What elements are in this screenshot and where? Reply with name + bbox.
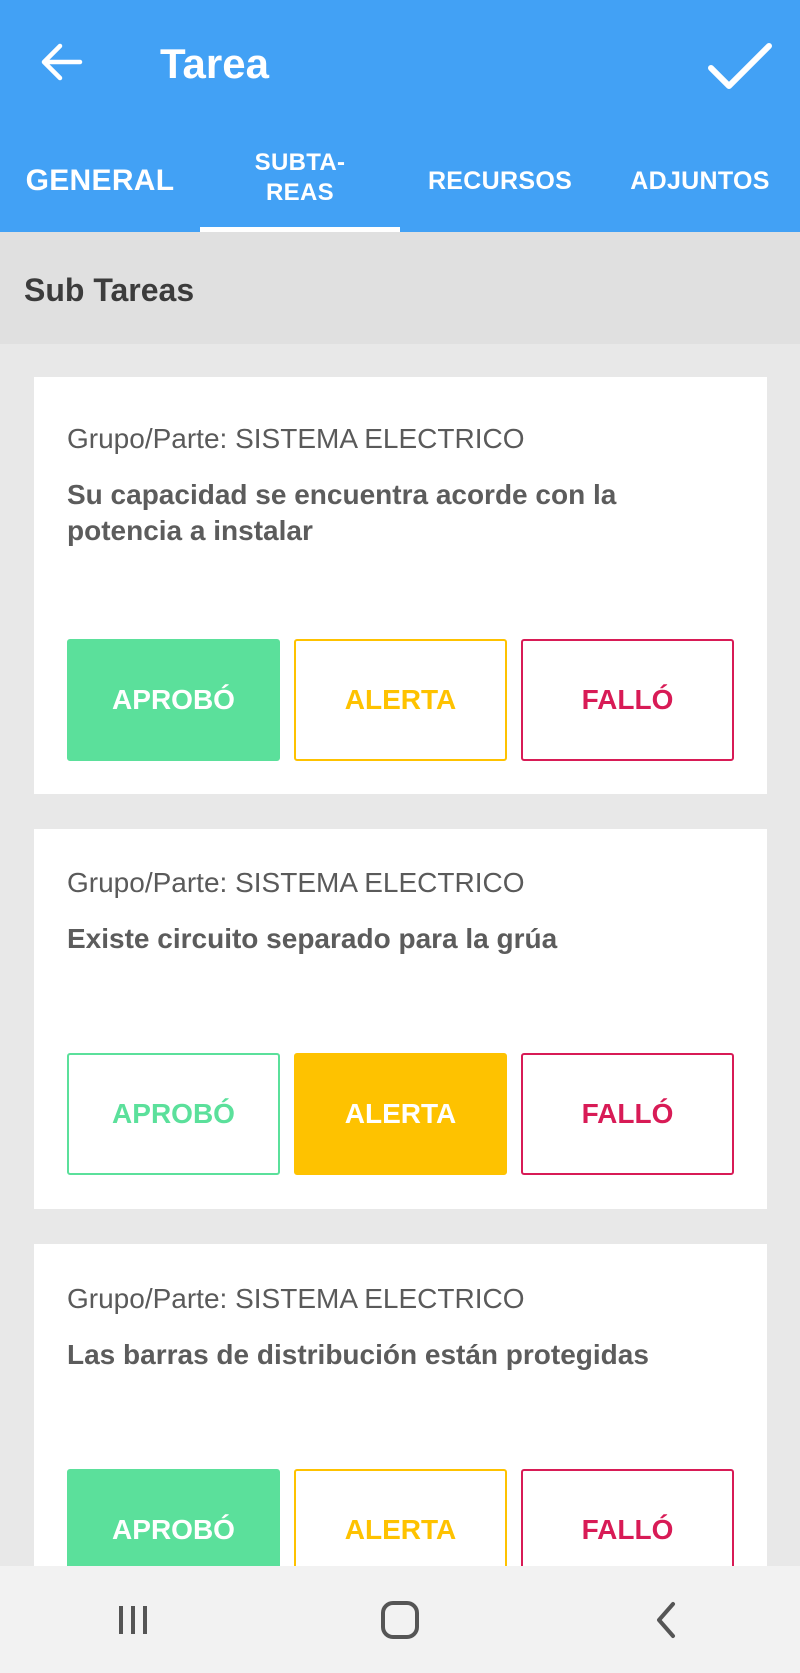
subtask-group: Grupo/Parte: SISTEMA ELECTRICO <box>67 1283 525 1314</box>
subtask-description: Las barras de distribución están protegi… <box>67 1339 649 1370</box>
back-button[interactable] <box>30 30 94 94</box>
fail-button[interactable]: FALLÓ <box>521 1469 734 1566</box>
tab-recursos-label: RECURSOS <box>427 167 573 195</box>
fail-button[interactable]: FALLÓ <box>521 1053 734 1175</box>
arrow-left-icon <box>41 43 83 81</box>
section-header: Sub Tareas <box>0 232 800 344</box>
nav-back-button[interactable] <box>607 1580 727 1660</box>
alert-button[interactable]: ALERTA <box>294 1053 507 1175</box>
tab-bar: GENERAL SUBTA- REAS RECURSOS ADJUNTOS <box>0 130 800 232</box>
home-icon <box>380 1600 419 1639</box>
fail-button[interactable]: FALLÓ <box>521 639 734 761</box>
toolbar: Tarea <box>0 0 800 130</box>
recents-button[interactable] <box>73 1580 193 1660</box>
check-icon <box>708 43 772 89</box>
tab-recursos[interactable]: RECURSOS <box>400 130 600 232</box>
home-button[interactable] <box>340 1580 460 1660</box>
subtask-card: Grupo/Parte: SISTEMA ELECTRICO Su capaci… <box>34 377 767 794</box>
subtask-card: Grupo/Parte: SISTEMA ELECTRICO Las barra… <box>34 1244 767 1566</box>
approve-button[interactable]: APROBÓ <box>67 639 280 761</box>
app-bar: Tarea GENERAL SUBTA- REAS RECURSOS ADJUN… <box>0 0 800 232</box>
page-title: Tarea <box>160 40 269 87</box>
tab-subtareas-label: SUBTA- REAS <box>254 149 346 206</box>
approve-button[interactable]: APROBÓ <box>67 1469 280 1566</box>
tab-general[interactable]: GENERAL <box>0 130 200 232</box>
system-nav-bar <box>0 1566 800 1673</box>
alert-button[interactable]: ALERTA <box>294 1469 507 1566</box>
approve-button[interactable]: APROBÓ <box>67 1053 280 1175</box>
section-title: Sub Tareas <box>24 272 195 308</box>
subtask-group: Grupo/Parte: SISTEMA ELECTRICO <box>67 867 525 898</box>
save-button[interactable] <box>702 28 778 104</box>
tab-subtareas[interactable]: SUBTA- REAS <box>200 130 400 232</box>
tab-general-label: GENERAL <box>25 164 175 197</box>
subtask-card: Grupo/Parte: SISTEMA ELECTRICO Existe ci… <box>34 829 767 1209</box>
subtask-group: Grupo/Parte: SISTEMA ELECTRICO <box>67 423 525 454</box>
alert-button[interactable]: ALERTA <box>294 639 507 761</box>
subtask-list[interactable]: Grupo/Parte: SISTEMA ELECTRICO Su capaci… <box>0 344 800 1566</box>
tab-adjuntos-label: ADJUNTOS <box>630 167 770 195</box>
tab-adjuntos[interactable]: ADJUNTOS <box>600 130 800 232</box>
chevron-left-icon <box>656 1601 675 1638</box>
subtask-description: Existe circuito separado para la grúa <box>67 923 558 954</box>
recents-icon <box>119 1605 148 1634</box>
subtask-description: Su capacidad se encuentra acorde con la … <box>67 479 617 546</box>
